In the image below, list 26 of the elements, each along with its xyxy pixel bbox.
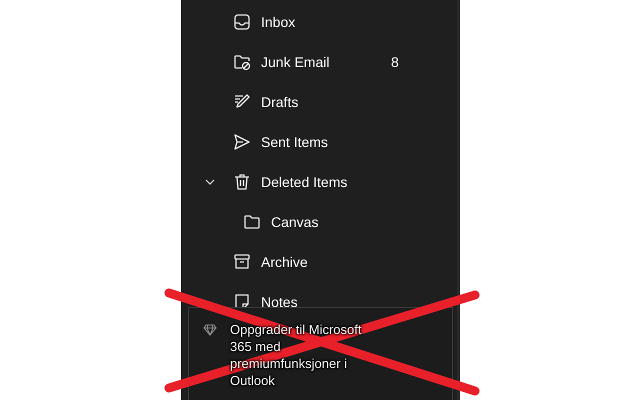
folder-name: Sent Items — [261, 134, 329, 150]
send-icon — [233, 133, 251, 151]
unread-count: 8 — [391, 54, 399, 70]
folder-block-icon — [233, 53, 251, 71]
inbox-icon — [233, 13, 251, 31]
folder-item[interactable]: Junk Email 8 — [181, 42, 457, 82]
folder-item[interactable]: Sent Items — [181, 122, 457, 162]
folder-name: Notes — [261, 294, 299, 307]
folder-item[interactable]: Archive — [181, 242, 457, 282]
folder-icon — [243, 213, 261, 231]
note-icon — [233, 293, 251, 307]
diamond-icon — [203, 324, 217, 336]
folder-item[interactable]: Deleted Items — [181, 162, 457, 202]
chevron-icon[interactable] — [205, 177, 215, 187]
folder-item[interactable]: Canvas — [181, 202, 457, 242]
archive-icon — [233, 253, 251, 271]
folder-name: Drafts — [261, 94, 300, 110]
folder-name: Archive — [261, 254, 309, 270]
folder-item[interactable]: Inbox — [181, 2, 457, 42]
folder-name: Inbox — [261, 14, 296, 30]
folder-name: Junk Email — [261, 54, 330, 70]
folder-name: Deleted Items — [261, 174, 348, 190]
folder-item[interactable]: Notes — [181, 282, 457, 307]
folder-item[interactable]: Drafts — [181, 82, 457, 122]
trash-icon — [233, 173, 251, 191]
folder-name: Canvas — [271, 214, 320, 230]
